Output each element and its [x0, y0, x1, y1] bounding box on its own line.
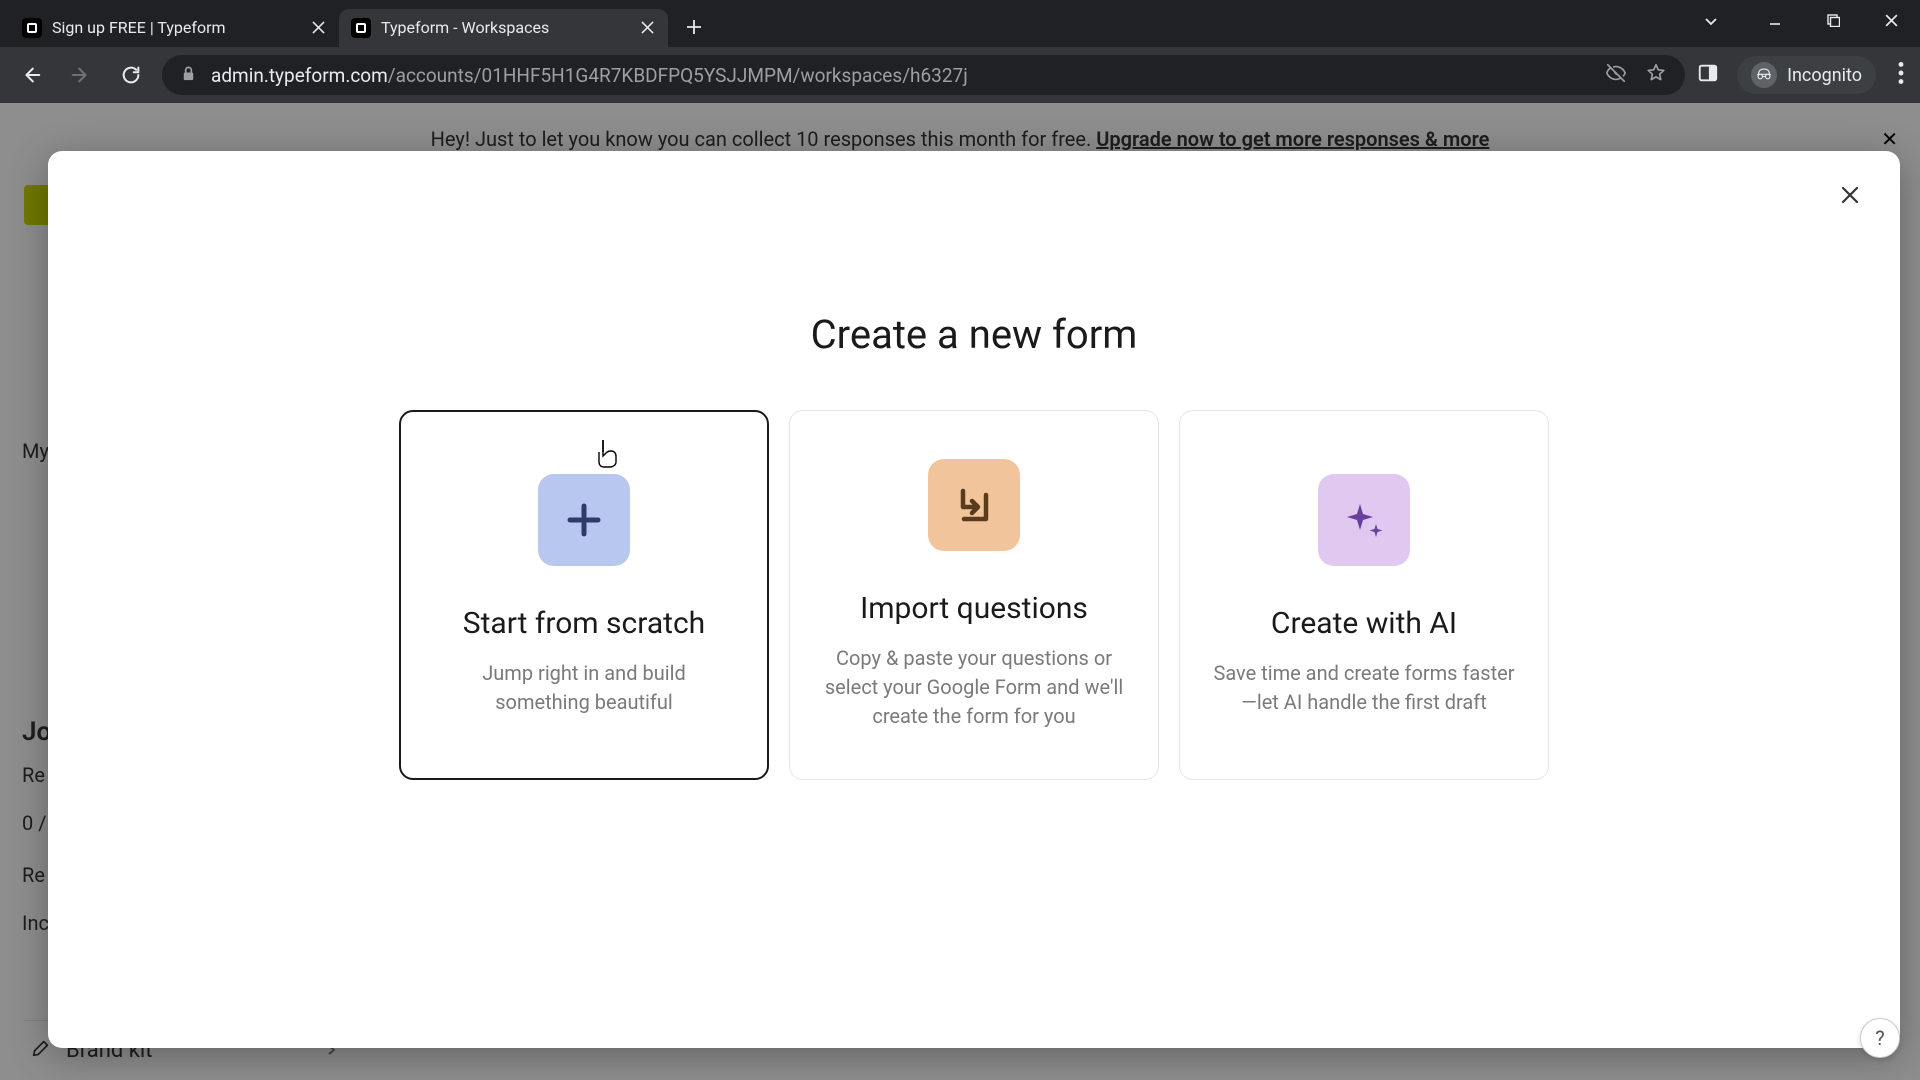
tab-signup[interactable]: Sign up FREE | Typeform [10, 9, 339, 47]
incognito-icon [1751, 62, 1777, 88]
incognito-badge[interactable]: Incognito [1737, 56, 1876, 94]
option-create-with-ai[interactable]: Create with AI Save time and create form… [1179, 410, 1549, 780]
close-icon[interactable] [309, 19, 327, 37]
tab-title: Typeform - Workspaces [381, 18, 628, 37]
option-import-questions[interactable]: Import questions Copy & paste your quest… [789, 410, 1159, 780]
new-tab-button[interactable] [676, 9, 712, 45]
url-bar[interactable]: admin.typeform.com/accounts/01HHF5H1G4R7… [162, 55, 1685, 95]
close-modal-button[interactable] [1830, 175, 1870, 215]
window-controls [1746, 0, 1920, 40]
eye-off-icon[interactable] [1605, 62, 1627, 89]
tab-search-button[interactable] [1702, 12, 1720, 34]
tab-bar: Sign up FREE | Typeform Typeform - Works… [0, 0, 1920, 47]
url-actions [1605, 62, 1667, 89]
help-button[interactable]: ? [1860, 1018, 1900, 1058]
typeform-favicon-icon [351, 18, 371, 38]
option-desc: Jump right in and build something beauti… [433, 659, 735, 717]
page-background: Hey! Just to let you know you can collec… [0, 103, 1920, 1080]
toolbar-right: Incognito [1697, 56, 1908, 94]
modal-title: Create a new form [811, 311, 1138, 358]
browser-chrome: Sign up FREE | Typeform Typeform - Works… [0, 0, 1920, 103]
option-title: Start from scratch [463, 606, 705, 641]
lock-icon [180, 64, 197, 87]
sparkle-icon [1318, 474, 1410, 566]
tab-workspaces[interactable]: Typeform - Workspaces [339, 9, 668, 47]
star-icon[interactable] [1645, 62, 1667, 89]
side-panel-icon[interactable] [1697, 62, 1719, 88]
typeform-favicon-icon [22, 18, 42, 38]
option-desc: Save time and create forms faster—let AI… [1212, 659, 1516, 717]
option-title: Create with AI [1271, 606, 1457, 641]
plus-icon [538, 474, 630, 566]
option-title: Import questions [860, 591, 1088, 626]
close-icon[interactable] [638, 19, 656, 37]
minimize-button[interactable] [1746, 0, 1804, 40]
option-desc: Copy & paste your questions or select yo… [822, 644, 1126, 731]
create-form-modal: Create a new form Start from scratch Jum… [48, 151, 1900, 1048]
incognito-label: Incognito [1787, 65, 1862, 86]
reload-button[interactable] [112, 56, 150, 94]
option-start-from-scratch[interactable]: Start from scratch Jump right in and bui… [399, 410, 769, 780]
forward-button[interactable] [62, 56, 100, 94]
maximize-button[interactable] [1804, 0, 1862, 40]
options-row: Start from scratch Jump right in and bui… [399, 410, 1549, 780]
url-text: admin.typeform.com/accounts/01HHF5H1G4R7… [211, 64, 968, 87]
close-window-button[interactable] [1862, 0, 1920, 40]
tab-title: Sign up FREE | Typeform [52, 18, 299, 37]
address-bar: admin.typeform.com/accounts/01HHF5H1G4R7… [0, 47, 1920, 103]
import-icon [928, 459, 1020, 551]
menu-button[interactable] [1894, 58, 1908, 92]
back-button[interactable] [12, 56, 50, 94]
